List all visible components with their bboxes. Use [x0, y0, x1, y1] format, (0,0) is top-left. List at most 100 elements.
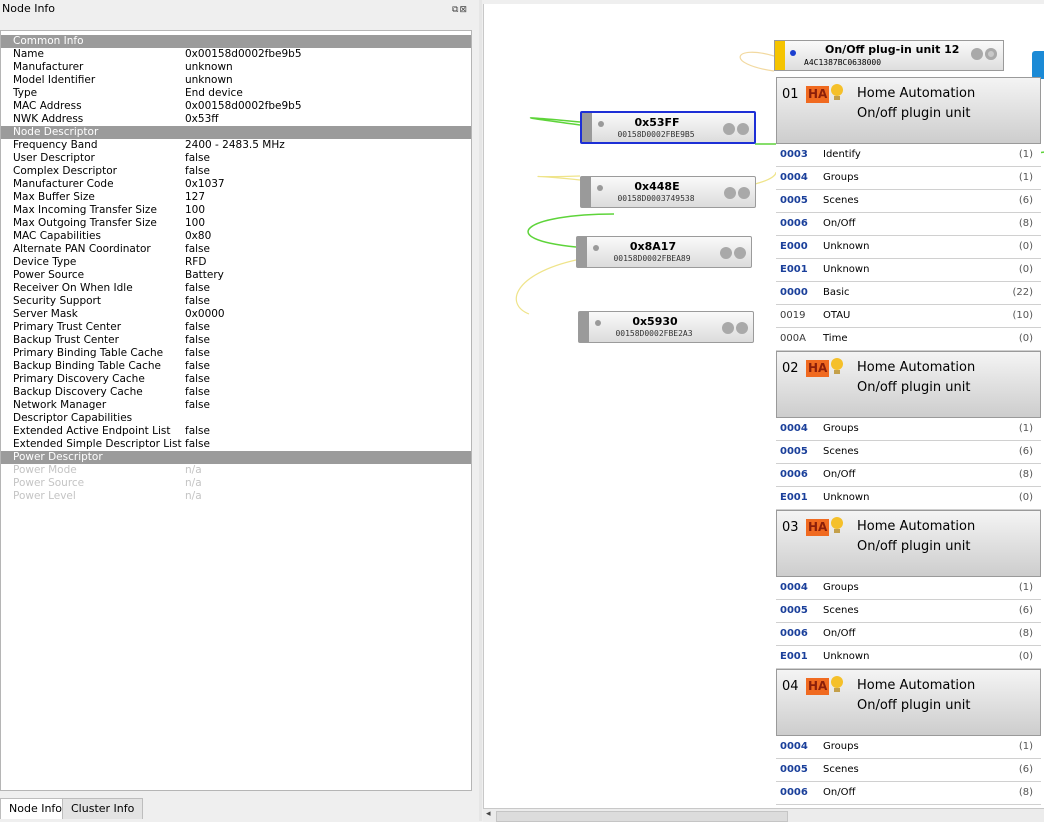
- cluster-count: (6): [1018, 605, 1033, 616]
- cluster-count: (6): [1018, 446, 1033, 457]
- info-value: n/a: [185, 477, 202, 489]
- cluster-row[interactable]: 0003 Identify (1): [776, 144, 1041, 167]
- endpoint-device: On/off plugin unit: [857, 380, 971, 395]
- info-key: Max Outgoing Transfer Size: [13, 217, 157, 229]
- info-key: Backup Discovery Cache: [13, 386, 143, 398]
- splitter[interactable]: [479, 0, 482, 821]
- info-row: User Descriptor false: [1, 152, 471, 165]
- info-key: Descriptor Capabilities: [13, 412, 133, 424]
- cluster-row[interactable]: 000A Time (0): [776, 328, 1041, 351]
- info-key: Max Incoming Transfer Size: [13, 204, 157, 216]
- cluster-row[interactable]: 0004 Groups (1): [776, 167, 1041, 190]
- cluster-name: Groups: [823, 582, 859, 593]
- cluster-name: Groups: [823, 741, 859, 752]
- cluster-row[interactable]: 0006 On/Off (8): [776, 213, 1041, 236]
- cluster-row[interactable]: E001 Unknown (0): [776, 646, 1041, 669]
- cluster-row[interactable]: 0004 Groups (1): [776, 577, 1041, 600]
- socket-dot[interactable]: [723, 123, 735, 135]
- cluster-row[interactable]: 0006 On/Off (8): [776, 782, 1041, 805]
- cluster-id: 0019: [780, 310, 806, 321]
- endpoint-device: On/off plugin unit: [857, 106, 971, 121]
- socket-dot[interactable]: [734, 247, 746, 259]
- cluster-row[interactable]: E000 Unknown (0): [776, 236, 1041, 259]
- info-value: 0x1037: [185, 178, 225, 190]
- lightbulb-icon: [831, 676, 843, 688]
- scroll-left-icon[interactable]: ◂: [486, 809, 491, 819]
- link-448e-right: [754, 171, 777, 185]
- device-node[interactable]: 0x5930 00158D0002FBE2A3: [578, 311, 754, 343]
- cluster-name: Basic: [823, 287, 850, 298]
- cluster-count: (8): [1018, 469, 1033, 480]
- socket-dot[interactable]: [738, 187, 750, 199]
- device-node[interactable]: 0x448E 00158D0003749538: [580, 176, 756, 208]
- tab-node-info[interactable]: Node Info: [0, 798, 72, 819]
- info-row: Primary Discovery Cache false: [1, 373, 471, 386]
- info-value: false: [185, 334, 210, 346]
- cluster-row[interactable]: 0006 On/Off (8): [776, 623, 1041, 646]
- info-value: false: [185, 373, 210, 385]
- info-key: Extended Active Endpoint List: [13, 425, 171, 437]
- close-icon[interactable]: ⊠: [459, 5, 468, 15]
- node-graph-canvas[interactable]: On/Off plug-in unit 12 A4C1387BC0638000 …: [483, 4, 1044, 808]
- info-value: false: [185, 243, 210, 255]
- socket-dot-ring[interactable]: [985, 48, 997, 60]
- info-row: Power Mode n/a: [1, 464, 471, 477]
- cluster-name: Unknown: [823, 241, 870, 252]
- section-header: Common Info: [1, 35, 471, 48]
- info-key: MAC Address: [13, 100, 82, 112]
- cluster-row[interactable]: 0005 Scenes (6): [776, 759, 1041, 782]
- cluster-name: Scenes: [823, 764, 859, 775]
- info-value: false: [185, 321, 210, 333]
- plug-node-sockets: [969, 48, 997, 63]
- cluster-id: 0006: [780, 787, 808, 798]
- socket-dot[interactable]: [720, 247, 732, 259]
- node-mac: 00158D0003749538: [617, 194, 695, 203]
- device-node[interactable]: 0x53FF 00158D0002FBE9B5: [580, 111, 756, 144]
- node-stripe: [581, 177, 591, 207]
- cluster-count: (8): [1018, 628, 1033, 639]
- endpoint-header[interactable]: 03 HA Home Automation On/off plugin unit: [776, 510, 1041, 577]
- dock-tabs: Node Info Cluster Info: [0, 798, 476, 820]
- node-sockets: [721, 123, 749, 138]
- cluster-row[interactable]: 0005 Scenes (6): [776, 190, 1041, 213]
- socket-dot[interactable]: [737, 123, 749, 135]
- cluster-row[interactable]: 0005 Scenes (6): [776, 441, 1041, 464]
- cluster-id: E001: [780, 651, 808, 662]
- socket-dot[interactable]: [722, 322, 734, 334]
- cluster-count: (10): [1012, 310, 1033, 321]
- plug-node[interactable]: On/Off plug-in unit 12 A4C1387BC0638000: [774, 40, 1004, 71]
- endpoint-header[interactable]: 04 HA Home Automation On/off plugin unit: [776, 669, 1041, 736]
- socket-dot[interactable]: [736, 322, 748, 334]
- info-key: Power Source: [13, 269, 85, 281]
- cluster-row[interactable]: 0005 Scenes (6): [776, 600, 1041, 623]
- device-node[interactable]: 0x8A17 00158D0002FBEA89: [576, 236, 752, 268]
- cluster-row[interactable]: 0006 On/Off (8): [776, 464, 1041, 487]
- cluster-row[interactable]: 0019 OTAU (10): [776, 305, 1041, 328]
- cluster-id: 0004: [780, 423, 808, 434]
- info-row: Backup Discovery Cache false: [1, 386, 471, 399]
- cluster-row[interactable]: E001 Unknown (0): [776, 487, 1041, 510]
- endpoint-header[interactable]: 01 HA Home Automation On/off plugin unit: [776, 77, 1041, 144]
- cluster-row[interactable]: 0004 Groups (1): [776, 418, 1041, 441]
- endpoint-number: 03: [782, 520, 799, 535]
- offscreen-node-edge[interactable]: [1032, 51, 1044, 79]
- link-8a17-lower: [515, 259, 577, 315]
- cluster-count: (1): [1018, 149, 1033, 160]
- endpoint-number: 02: [782, 361, 799, 376]
- info-row: Extended Simple Descriptor List false: [1, 438, 471, 451]
- cluster-row[interactable]: 0000 Basic (22): [776, 282, 1041, 305]
- cluster-row[interactable]: E001 Unknown (0): [776, 259, 1041, 282]
- lightbulb-icon: [831, 517, 843, 529]
- cluster-id: 0005: [780, 605, 808, 616]
- horizontal-scrollbar[interactable]: ◂: [483, 808, 1044, 822]
- cluster-count: (1): [1018, 423, 1033, 434]
- socket-dot[interactable]: [724, 187, 736, 199]
- scroll-thumb[interactable]: [496, 811, 788, 822]
- socket-dot[interactable]: [971, 48, 983, 60]
- cluster-name: Groups: [823, 423, 859, 434]
- endpoint-header[interactable]: 02 HA Home Automation On/off plugin unit: [776, 351, 1041, 418]
- cluster-row[interactable]: 0004 Groups (1): [776, 736, 1041, 759]
- info-value: false: [185, 165, 210, 177]
- tab-cluster-info[interactable]: Cluster Info: [62, 798, 144, 819]
- node-info-table: Common Info Name 0x00158d0002fbe9b5 Manufac…: [0, 30, 472, 791]
